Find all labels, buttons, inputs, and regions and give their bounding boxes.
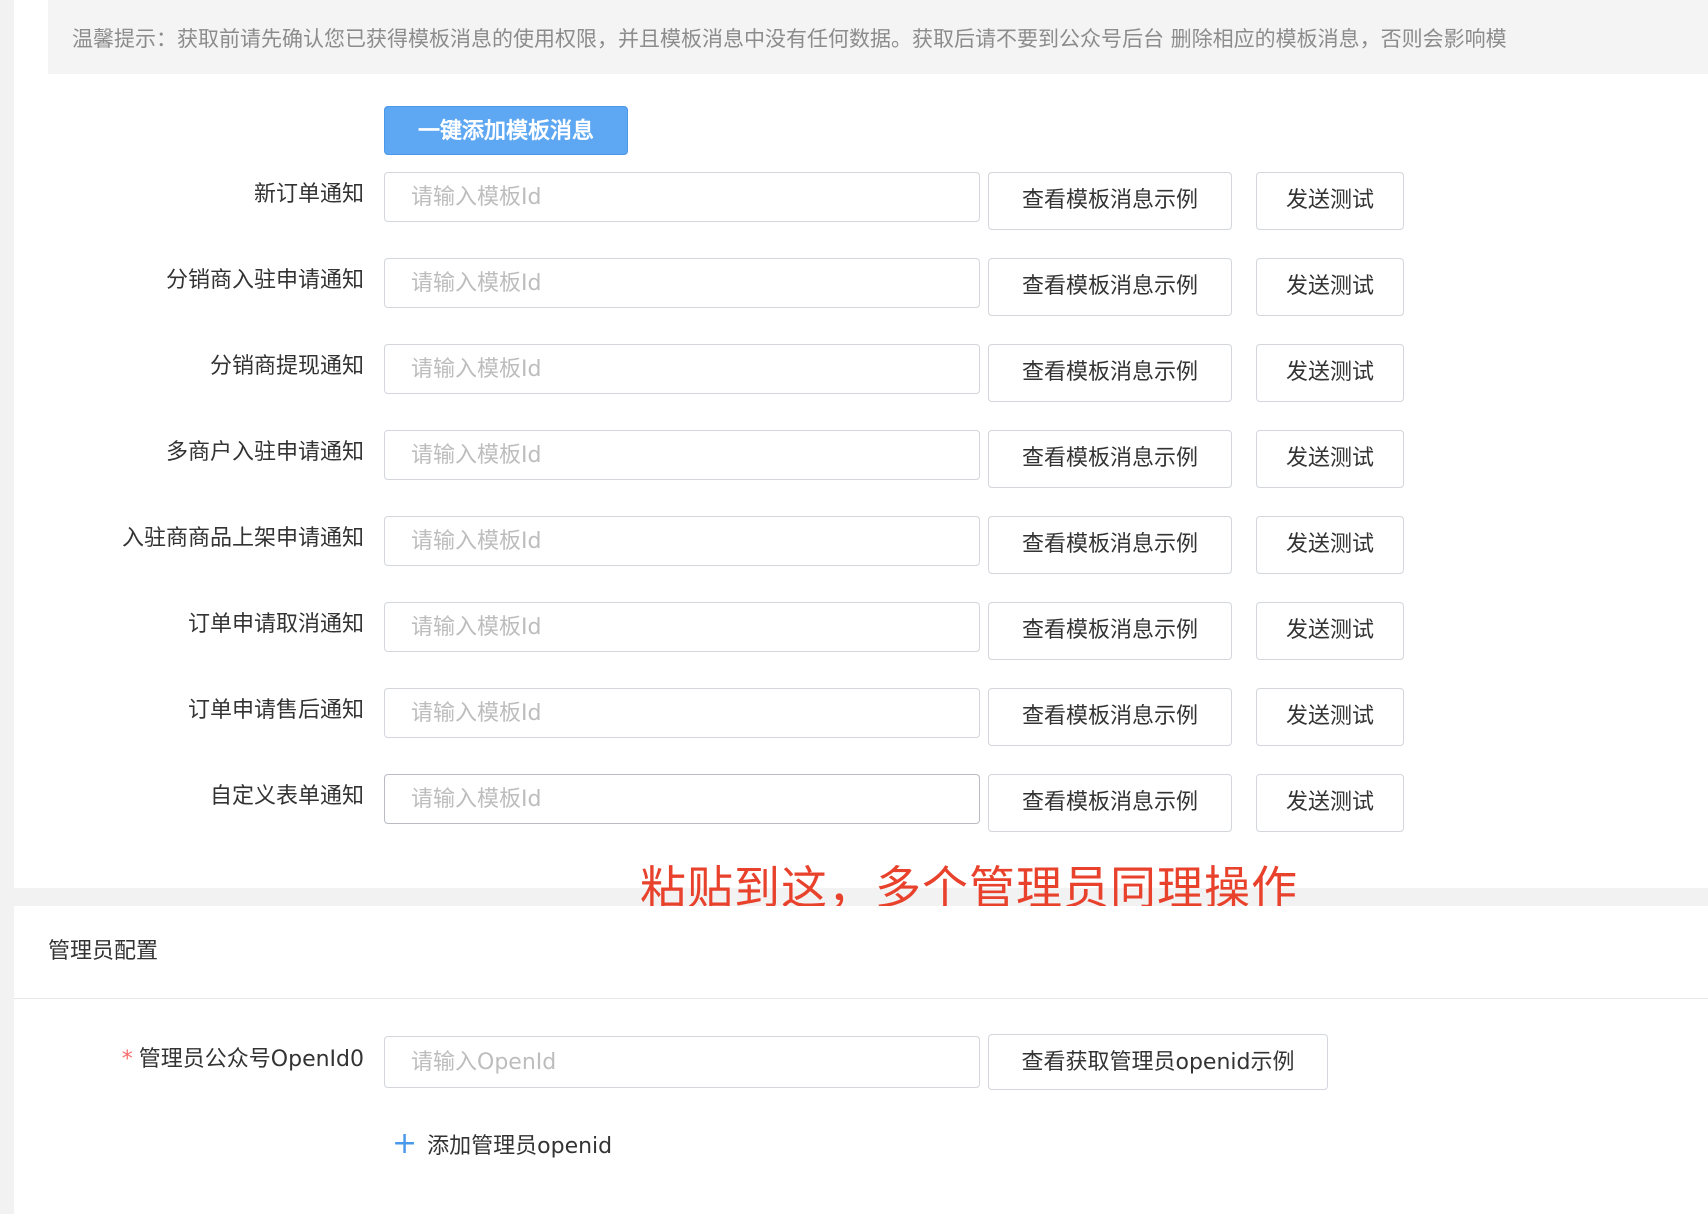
template-row-label: 分销商提现通知 bbox=[209, 354, 364, 379]
template-id-input[interactable] bbox=[384, 602, 980, 652]
view-template-example-button[interactable]: 查看模板消息示例 bbox=[988, 774, 1232, 832]
template-row-label: 订单申请取消通知 bbox=[187, 612, 364, 637]
template-id-input[interactable] bbox=[384, 172, 980, 222]
view-template-example-button[interactable]: 查看模板消息示例 bbox=[988, 688, 1232, 746]
section-divider bbox=[14, 998, 1708, 999]
template-row-label: 入驻商商品上架申请通知 bbox=[121, 526, 364, 551]
template-row-label: 自定义表单通知 bbox=[209, 784, 364, 809]
plus-icon: + bbox=[392, 1126, 418, 1161]
tip-banner: 温馨提示：获取前请先确认您已获得模板消息的使用权限，并且模板消息中没有任何数据。… bbox=[48, 0, 1708, 74]
template-row: 新订单通知 查看模板消息示例发送测试 bbox=[0, 172, 1420, 230]
template-row-label: 订单申请售后通知 bbox=[187, 698, 364, 723]
template-row-label: 多商户入驻申请通知 bbox=[165, 440, 364, 465]
send-test-button[interactable]: 发送测试 bbox=[1256, 516, 1404, 574]
template-id-input[interactable] bbox=[384, 774, 980, 824]
send-test-button[interactable]: 发送测试 bbox=[1256, 602, 1404, 660]
view-openid-example-button[interactable]: 查看获取管理员openid示例 bbox=[988, 1034, 1328, 1090]
send-test-button[interactable]: 发送测试 bbox=[1256, 774, 1404, 832]
required-mark: * bbox=[121, 1047, 133, 1072]
template-row: 订单申请取消通知 查看模板消息示例发送测试 bbox=[0, 602, 1420, 660]
admin-openid-input[interactable] bbox=[384, 1036, 980, 1088]
send-test-button[interactable]: 发送测试 bbox=[1256, 688, 1404, 746]
template-id-input[interactable] bbox=[384, 344, 980, 394]
template-row-label: 分销商入驻申请通知 bbox=[165, 268, 364, 293]
view-template-example-button[interactable]: 查看模板消息示例 bbox=[988, 516, 1232, 574]
template-id-input[interactable] bbox=[384, 688, 980, 738]
template-id-input[interactable] bbox=[384, 516, 980, 566]
template-row: 分销商提现通知 查看模板消息示例发送测试 bbox=[0, 344, 1420, 402]
view-template-example-button[interactable]: 查看模板消息示例 bbox=[988, 430, 1232, 488]
view-template-example-button[interactable]: 查看模板消息示例 bbox=[988, 602, 1232, 660]
template-row: 订单申请售后通知 查看模板消息示例发送测试 bbox=[0, 688, 1420, 746]
one-click-add-template-button[interactable]: 一键添加模板消息 bbox=[384, 106, 628, 155]
send-test-button[interactable]: 发送测试 bbox=[1256, 344, 1404, 402]
add-admin-openid-label: 添加管理员openid bbox=[427, 1134, 613, 1159]
template-row: 入驻商商品上架申请通知 查看模板消息示例发送测试 bbox=[0, 516, 1420, 574]
template-row: 分销商入驻申请通知 查看模板消息示例发送测试 bbox=[0, 258, 1420, 316]
add-admin-openid-link[interactable]: + 添加管理员openid bbox=[392, 1126, 613, 1164]
view-template-example-button[interactable]: 查看模板消息示例 bbox=[988, 258, 1232, 316]
admin-config-title: 管理员配置 bbox=[48, 939, 159, 964]
send-test-button[interactable]: 发送测试 bbox=[1256, 430, 1404, 488]
view-template-example-button[interactable]: 查看模板消息示例 bbox=[988, 172, 1232, 230]
send-test-button[interactable]: 发送测试 bbox=[1256, 258, 1404, 316]
admin-openid-label: * 管理员公众号OpenId0 bbox=[122, 1044, 364, 1076]
template-id-input[interactable] bbox=[384, 258, 980, 308]
template-row: 多商户入驻申请通知 查看模板消息示例发送测试 bbox=[0, 430, 1420, 488]
admin-openid-label-text: 管理员公众号OpenId0 bbox=[138, 1047, 364, 1072]
template-id-input[interactable] bbox=[384, 430, 980, 480]
template-row-label: 新订单通知 bbox=[253, 182, 364, 207]
template-row: 自定义表单通知 查看模板消息示例发送测试 bbox=[0, 774, 1420, 832]
send-test-button[interactable]: 发送测试 bbox=[1256, 172, 1404, 230]
view-template-example-button[interactable]: 查看模板消息示例 bbox=[988, 344, 1232, 402]
